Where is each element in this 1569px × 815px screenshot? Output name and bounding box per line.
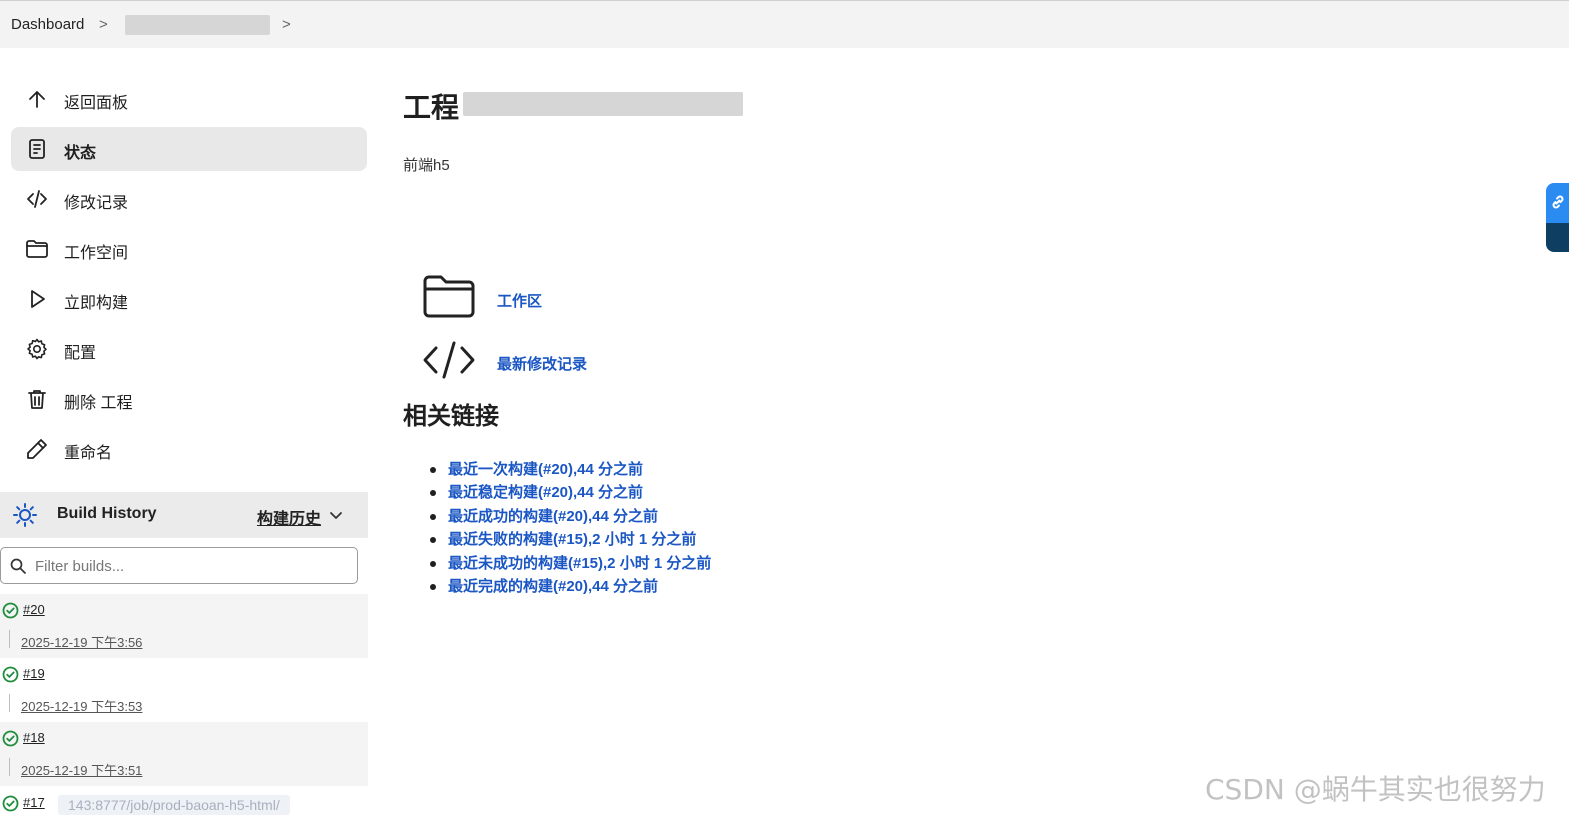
task-label: 立即构建 — [64, 295, 129, 312]
task-delete-project[interactable]: 删除 工程 — [11, 377, 367, 421]
status-bar-url: 143:8777/job/prod-baoan-h5-html/ — [58, 795, 290, 815]
build-date-link[interactable]: 2025-12-19 下午3:53 — [21, 696, 142, 715]
permalinks-list: 最近一次构建(#20),44 分之前 最近稳定构建(#20),44 分之前 最近… — [428, 458, 711, 598]
breadcrumb-separator-end[interactable]: > — [282, 16, 291, 33]
build-date-link[interactable]: 2025-12-19 下午3:51 — [21, 760, 142, 779]
widget-bottom-section[interactable] — [1546, 223, 1569, 252]
list-item: 最近一次构建(#20),44 分之前 — [428, 458, 711, 481]
build-number-link[interactable]: #20 — [23, 602, 45, 617]
list-item: 最近成功的构建(#20),44 分之前 — [428, 505, 711, 528]
build-history-title: Build History — [57, 505, 157, 522]
breadcrumb-dashboard[interactable]: Dashboard — [11, 16, 84, 33]
chevron-down-icon[interactable] — [328, 507, 344, 523]
build-history-trend-link[interactable]: 构建历史 — [257, 505, 321, 529]
task-configure[interactable]: 配置 — [11, 327, 367, 371]
breadcrumb-separator[interactable]: > — [99, 16, 108, 33]
permalink-last-completed[interactable]: 最近完成的构建(#20),44 分之前 — [448, 578, 658, 595]
task-back-to-dashboard[interactable]: 返回面板 — [11, 77, 367, 121]
play-icon — [31, 290, 45, 308]
permalink-last-build[interactable]: 最近一次构建(#20),44 分之前 — [448, 461, 643, 478]
trash-icon — [28, 390, 46, 409]
project-description: 前端h5 — [403, 157, 450, 174]
breadcrumb-bar: Dashboard > > — [0, 0, 1569, 48]
code-changes-icon[interactable] — [422, 340, 476, 380]
timeline-line — [9, 694, 10, 712]
task-label: 工作空间 — [64, 245, 129, 262]
build-row[interactable]: #19 2025-12-19 下午3:53 — [0, 658, 368, 722]
pencil-icon — [27, 439, 47, 459]
success-check-icon — [2, 602, 19, 619]
task-label: 状态 — [64, 145, 97, 162]
recent-changes-link[interactable]: 最新修改记录 — [497, 353, 587, 374]
task-status[interactable]: 状态 — [11, 127, 367, 171]
task-changes[interactable]: 修改记录 — [11, 177, 367, 221]
workspace-link[interactable]: 工作区 — [497, 290, 542, 311]
build-date-link[interactable]: 2025-12-19 下午3:56 — [21, 632, 142, 651]
filter-builds-input[interactable] — [33, 554, 347, 578]
build-history-header: Build History 构建历史 — [0, 492, 368, 538]
timeline-line — [9, 630, 10, 648]
build-history-sun-icon — [13, 503, 37, 527]
task-rename[interactable]: 重命名 — [11, 427, 367, 471]
success-check-icon — [2, 730, 19, 747]
build-row[interactable]: #20 2025-12-19 下午3:56 — [0, 594, 368, 658]
task-label: 删除 工程 — [64, 395, 133, 412]
folder-icon — [26, 240, 48, 258]
gear-icon — [27, 338, 47, 360]
arrow-up-icon — [29, 91, 45, 108]
watermark: CSDN @蜗牛其实也很努力 — [1205, 773, 1546, 806]
task-build-now[interactable]: 立即构建 — [11, 277, 367, 321]
list-item: 最近未成功的构建(#15),2 小时 1 分之前 — [428, 552, 711, 575]
related-links-heading: 相关链接 — [403, 403, 499, 430]
list-item: 最近稳定构建(#20),44 分之前 — [428, 481, 711, 504]
breadcrumb-job-name-redacted[interactable] — [125, 15, 270, 35]
permalink-last-successful[interactable]: 最近成功的构建(#20),44 分之前 — [448, 508, 658, 525]
timeline-line — [9, 758, 10, 776]
task-label: 返回面板 — [64, 95, 129, 112]
widget-link-section[interactable] — [1546, 183, 1569, 223]
search-icon — [10, 558, 26, 574]
workspace-folder-icon[interactable] — [422, 275, 476, 319]
build-number-link[interactable]: #18 — [23, 730, 45, 745]
page-title: 工程 — [403, 86, 459, 126]
page-title-prefix: 工程 — [403, 92, 460, 123]
success-check-icon — [2, 666, 19, 683]
permalink-last-stable[interactable]: 最近稳定构建(#20),44 分之前 — [448, 484, 643, 501]
list-item: 最近完成的构建(#20),44 分之前 — [428, 575, 711, 598]
success-check-icon — [2, 795, 19, 812]
permalink-last-failed[interactable]: 最近失败的构建(#15),2 小时 1 分之前 — [448, 531, 696, 548]
task-label: 重命名 — [64, 445, 113, 462]
permalink-last-unsuccessful[interactable]: 最近未成功的构建(#15),2 小时 1 分之前 — [448, 555, 711, 572]
filter-builds-field[interactable] — [0, 547, 358, 584]
project-name-redacted — [463, 92, 743, 116]
task-label: 配置 — [64, 345, 97, 362]
task-label: 修改记录 — [64, 195, 129, 212]
link-icon — [1552, 195, 1564, 209]
build-number-link[interactable]: #19 — [23, 666, 45, 681]
list-item: 最近失败的构建(#15),2 小时 1 分之前 — [428, 528, 711, 551]
document-icon — [29, 139, 45, 159]
build-row[interactable]: #18 2025-12-19 下午3:51 — [0, 722, 368, 786]
code-icon — [27, 190, 47, 208]
task-workspace[interactable]: 工作空间 — [11, 227, 367, 271]
floating-side-widget[interactable] — [1546, 183, 1569, 252]
build-number-link[interactable]: #17 — [23, 795, 45, 810]
